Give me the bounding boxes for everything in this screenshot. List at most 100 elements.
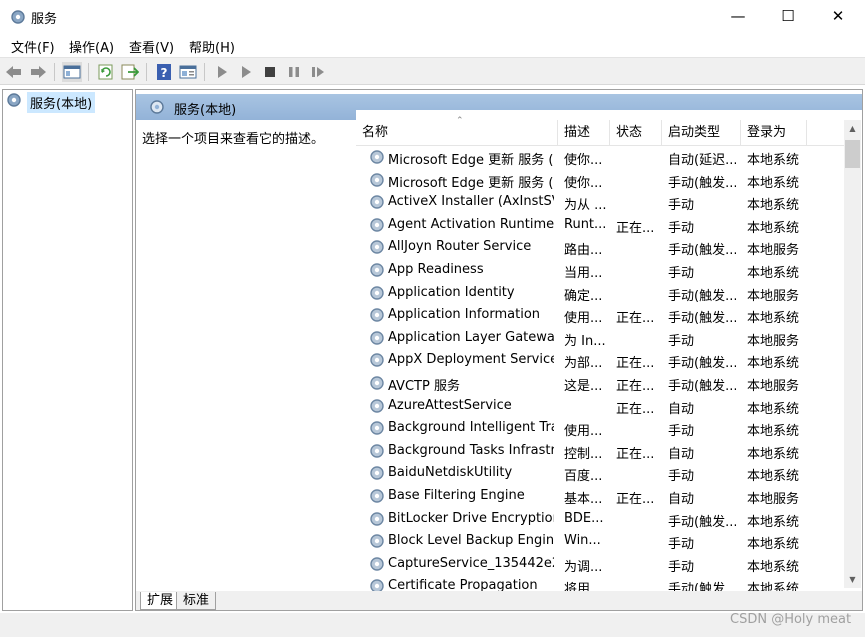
service-description: 使用...	[564, 424, 603, 440]
start-service-icon[interactable]	[212, 62, 232, 82]
table-row[interactable]: Background Tasks Infrastru... 控制... 正在... 自…	[356, 440, 846, 463]
help-icon[interactable]: ?	[154, 62, 174, 82]
column-header-status[interactable]: 状态	[610, 120, 662, 146]
service-gear-icon	[368, 171, 386, 189]
scroll-thumb[interactable]	[845, 140, 860, 168]
service-startup-type: 手动(触发...	[668, 243, 736, 259]
close-button[interactable]: ✕	[815, 0, 861, 32]
menu-action[interactable]: 操作(A)	[69, 37, 114, 56]
column-header-name[interactable]: 名称	[356, 120, 558, 146]
scroll-down-icon[interactable]: ▼	[844, 571, 861, 588]
service-description: BDE...	[564, 510, 604, 526]
service-gear-icon	[368, 577, 386, 591]
properties-icon[interactable]	[178, 62, 198, 82]
resume-service-icon[interactable]	[308, 62, 328, 82]
tree-item-services-local[interactable]: 服务(本地)	[5, 91, 96, 113]
vertical-scrollbar[interactable]: ▲ ▼	[844, 120, 861, 588]
service-startup-type: 手动	[668, 559, 695, 575]
service-status: 正在...	[616, 311, 655, 327]
menu-file[interactable]: 文件(F)	[11, 37, 55, 56]
stop-service-icon[interactable]	[260, 62, 280, 82]
service-startup-type: 手动	[668, 333, 695, 349]
table-row[interactable]: Base Filtering Engine 基本... 正在... 自动 本地服务	[356, 485, 846, 508]
table-row[interactable]: Application Layer Gateway ... 为 In... 手动 本地…	[356, 327, 846, 350]
service-description: 为部...	[564, 356, 603, 372]
tab-extended[interactable]: 扩展	[140, 592, 181, 610]
service-gear-icon	[368, 510, 386, 528]
service-startup-type: 手动(触发...	[668, 514, 736, 530]
service-description: 使你...	[564, 175, 603, 191]
service-description: 这是...	[564, 379, 603, 394]
table-row[interactable]: AzureAttestService 正在... 自动 本地系统	[356, 395, 846, 418]
service-gear-icon	[368, 487, 386, 505]
service-logon-as: 本地服务	[747, 333, 800, 349]
service-status: 正在...	[616, 379, 655, 394]
export-list-icon[interactable]	[120, 62, 140, 82]
service-gear-icon	[368, 419, 386, 437]
tab-standard[interactable]: 标准	[176, 592, 217, 610]
service-description: 控制...	[564, 446, 603, 462]
minimize-button[interactable]: —	[715, 0, 761, 32]
table-row[interactable]: AllJoyn Router Service 路由... 手动(触发... 本地服务	[356, 236, 846, 259]
svg-text:?: ?	[161, 66, 168, 80]
pause-service-icon[interactable]	[284, 62, 304, 82]
table-row[interactable]: CaptureService_135442e2 为调... 手动 本地系统	[356, 553, 846, 576]
service-logon-as: 本地服务	[747, 492, 800, 507]
service-gear-icon	[368, 193, 386, 211]
table-row[interactable]: Agent Activation Runtime_... Runt... 正在...…	[356, 214, 846, 237]
column-header-startup-type[interactable]: 启动类型	[662, 120, 741, 146]
menu-help[interactable]: 帮助(H)	[189, 37, 235, 56]
service-logon-as: 本地系统	[747, 582, 800, 591]
services-gear-icon	[148, 98, 166, 116]
table-row[interactable]: Microsoft Edge 更新 服务 (... 使你... 手动(触发... 本地…	[356, 169, 846, 192]
service-logon-as: 本地系统	[747, 266, 800, 281]
forward-icon[interactable]	[28, 62, 48, 82]
service-name: Agent Activation Runtime_...	[388, 216, 554, 232]
table-row[interactable]: BitLocker Drive Encryption ... BDE... 手动(触…	[356, 508, 846, 531]
refresh-icon[interactable]	[96, 62, 116, 82]
service-startup-type: 自动(延迟...	[668, 153, 736, 168]
service-startup-type: 手动	[668, 198, 695, 214]
column-header-logon-as[interactable]: 登录为	[741, 120, 807, 146]
column-header-description[interactable]: 描述	[558, 120, 610, 146]
table-row[interactable]: Certificate Propagation 将用... 手动(触发... 本地系统	[356, 575, 846, 591]
service-description: 将用...	[564, 582, 603, 591]
toolbar-separator	[88, 63, 89, 81]
table-row[interactable]: App Readiness 当用... 手动 本地系统	[356, 259, 846, 282]
maximize-button[interactable]: ☐	[765, 0, 811, 32]
table-row[interactable]: AppX Deployment Service ... 为部... 正在... 手动(…	[356, 349, 846, 372]
table-row[interactable]: ActiveX Installer (AxInstSV) 为从 ... 手动 本地系统	[356, 191, 846, 214]
menu-view[interactable]: 查看(V)	[129, 37, 174, 56]
service-description: 百度...	[564, 469, 603, 485]
scroll-up-icon[interactable]: ▲	[844, 120, 861, 137]
back-icon[interactable]	[4, 62, 24, 82]
service-startup-type: 自动	[668, 492, 695, 507]
service-startup-type: 手动	[668, 424, 695, 440]
service-name: AppX Deployment Service ...	[388, 352, 554, 368]
service-gear-icon	[368, 238, 386, 256]
service-startup-type: 手动	[668, 537, 695, 553]
service-status: 正在...	[616, 446, 655, 462]
service-name: App Readiness	[388, 262, 484, 277]
service-gear-icon	[368, 216, 386, 234]
start-alt-icon[interactable]	[236, 62, 256, 82]
description-text: 选择一个项目来查看它的描述。	[142, 132, 325, 147]
table-row[interactable]: AVCTP 服务 这是... 正在... 手动(触发... 本地服务	[356, 372, 846, 395]
table-row[interactable]: Block Level Backup Engine ... Win... 手动 本地系…	[356, 530, 846, 553]
table-row[interactable]: Microsoft Edge 更新 服务 (... 使你... 自动(延迟... 本地…	[356, 146, 846, 169]
service-gear-icon	[368, 329, 386, 347]
service-name: AVCTP 服务	[388, 379, 460, 394]
service-gear-icon	[368, 464, 386, 482]
service-gear-icon	[368, 374, 386, 392]
service-description: 当用...	[564, 266, 603, 281]
console-tree-icon[interactable]	[62, 62, 82, 82]
service-startup-type: 手动(触发...	[668, 288, 736, 304]
services-list[interactable]: ⌃ 名称 描述 状态 启动类型 登录为 Microsoft Edge 更新 服务…	[356, 110, 862, 591]
service-logon-as: 本地系统	[747, 220, 800, 236]
table-row[interactable]: Background Intelligent Tra... 使用... 手动 本地系统	[356, 417, 846, 440]
table-row[interactable]: BaiduNetdiskUtility 百度... 手动 本地系统	[356, 462, 846, 485]
service-description: 为 In...	[564, 333, 606, 349]
table-row[interactable]: Application Identity 确定... 手动(触发... 本地服务	[356, 282, 846, 305]
table-row[interactable]: Application Information 使用... 正在... 手动(触发..…	[356, 304, 846, 327]
list-header: ⌃ 名称 描述 状态 启动类型 登录为	[356, 116, 846, 146]
